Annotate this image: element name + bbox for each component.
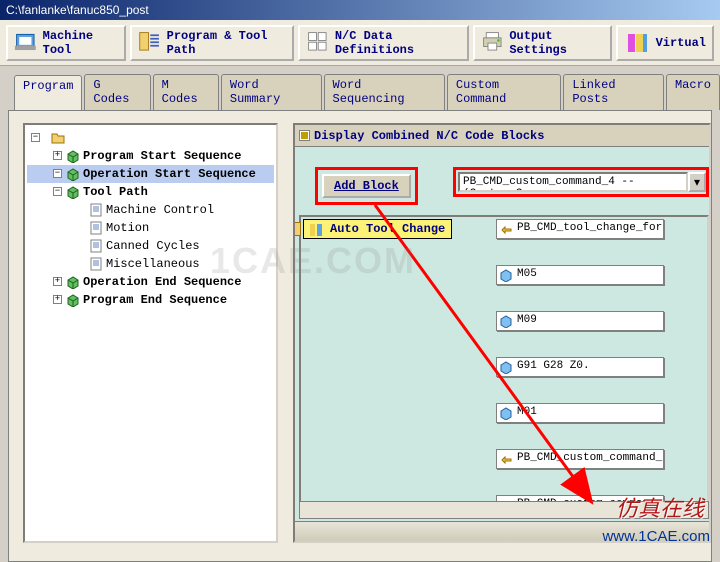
combo-dropdown-icon[interactable]: ▾ — [688, 172, 706, 192]
tree-item-label: Operation End Sequence — [83, 275, 241, 289]
virtual-icon — [624, 30, 650, 56]
collapse-icon[interactable]: − — [53, 169, 62, 178]
tb-virtual[interactable]: Virtual — [616, 25, 714, 61]
sequence-marker[interactable]: Auto Tool Change — [303, 219, 452, 239]
nc-defs-icon — [306, 30, 329, 56]
block-icon — [499, 360, 513, 374]
scrollbar-vertical[interactable] — [695, 231, 703, 503]
tabs-row: Program G Codes M Codes Word Summary Wor… — [0, 74, 720, 110]
tree-item-label: Tool Path — [83, 185, 148, 199]
tree-item-7[interactable]: + Operation End Sequence — [27, 273, 274, 291]
tree-item-label: Motion — [106, 221, 149, 235]
block-icon — [499, 406, 513, 420]
expand-icon[interactable]: + — [53, 151, 62, 160]
display-checkbox[interactable] — [299, 130, 310, 141]
tb-machine-tool[interactable]: Machine Tool — [6, 25, 126, 61]
tb-label: Machine Tool — [43, 29, 118, 57]
cube-icon — [66, 185, 80, 199]
tab-panel: − + Program Start Sequence − Operation Star… — [8, 110, 712, 562]
collapse-icon[interactable]: − — [53, 187, 62, 196]
tree-item-6[interactable]: Miscellaneous — [27, 255, 274, 273]
tree-item-5[interactable]: Canned Cycles — [27, 237, 274, 255]
tree-pane: − + Program Start Sequence − Operation Star… — [23, 123, 278, 543]
document-icon — [89, 221, 103, 235]
document-icon — [89, 257, 103, 271]
tree-item-label: Miscellaneous — [106, 257, 200, 271]
nc-block-5[interactable]: PB_CMD_custom_command_1 — [496, 449, 664, 469]
add-block-highlight: Add Block — [315, 167, 418, 205]
watermark-url: www.1CAE.com — [602, 528, 710, 545]
block-combo[interactable]: PB_CMD_custom_command_4 -- (Custom Com — [458, 172, 688, 192]
tab-macro[interactable]: Macro — [666, 74, 720, 110]
tb-program-toolpath[interactable]: Program & Tool Path — [130, 25, 294, 61]
tb-nc-defs[interactable]: N/C Data Definitions — [298, 25, 469, 61]
tree-item-8[interactable]: + Program End Sequence — [27, 291, 274, 309]
tree-item-0[interactable]: + Program Start Sequence — [27, 147, 274, 165]
nc-block-2[interactable]: M09 — [496, 311, 664, 331]
tree-root[interactable]: − — [27, 129, 274, 147]
machine-tool-icon — [14, 30, 37, 56]
collapse-icon[interactable]: − — [31, 133, 40, 142]
main-toolbar: Machine Tool Program & Tool Path N/C Dat… — [0, 20, 720, 66]
command-icon — [499, 452, 513, 466]
tab-word-sequencing[interactable]: Word Sequencing — [324, 74, 445, 110]
folder-icon — [51, 131, 65, 145]
document-icon — [89, 239, 103, 253]
title-bar: C:\fanlanke\fanuc850_post — [0, 0, 720, 20]
sequence-area: Auto Tool Change PB_CMD_tool_change_for.… — [299, 215, 709, 519]
tb-label: N/C Data Definitions — [335, 29, 461, 57]
command-icon — [499, 222, 513, 236]
expand-icon[interactable]: + — [53, 277, 62, 286]
expand-icon[interactable]: + — [53, 295, 62, 304]
tree-item-label: Operation Start Sequence — [83, 167, 256, 181]
cube-icon — [66, 293, 80, 307]
window-title: C:\fanlanke\fanuc850_post — [6, 3, 149, 17]
program-path-icon — [138, 30, 161, 56]
printer-icon — [481, 30, 504, 56]
tree-item-1[interactable]: − Operation Start Sequence — [27, 165, 274, 183]
tree-item-label: Machine Control — [106, 203, 214, 217]
display-header: Display Combined N/C Code Blocks — [295, 125, 709, 147]
nc-block-3[interactable]: G91 G28 Z0. — [496, 357, 664, 377]
tb-label: Virtual — [656, 36, 706, 50]
block-icon — [499, 268, 513, 282]
block-icon — [499, 314, 513, 328]
tab-word-summary[interactable]: Word Summary — [221, 74, 322, 110]
tb-label: Output Settings — [509, 29, 603, 57]
tree-item-4[interactable]: Motion — [27, 219, 274, 237]
display-header-label: Display Combined N/C Code Blocks — [314, 129, 544, 143]
nc-block-1[interactable]: M05 — [496, 265, 664, 285]
expand-marker-icon[interactable] — [293, 222, 301, 236]
cube-icon — [66, 275, 80, 289]
block-label: M05 — [517, 268, 537, 280]
tool-change-icon — [308, 222, 324, 238]
tab-program[interactable]: Program — [14, 75, 82, 111]
block-label: M01 — [517, 406, 537, 418]
add-block-button[interactable]: Add Block — [322, 174, 411, 198]
block-label: PB_CMD_custom_command_1 — [517, 452, 664, 464]
nc-block-4[interactable]: M01 — [496, 403, 664, 423]
tree-item-label: Program End Sequence — [83, 293, 227, 307]
block-label: M09 — [517, 314, 537, 326]
watermark-cn: 仿真在线 — [616, 491, 704, 523]
tree-item-3[interactable]: Machine Control — [27, 201, 274, 219]
tb-label: Program & Tool Path — [167, 29, 286, 57]
tab-linked-posts[interactable]: Linked Posts — [563, 74, 664, 110]
tree-item-2[interactable]: − Tool Path — [27, 183, 274, 201]
block-combo-highlight: PB_CMD_custom_command_4 -- (Custom Com ▾ — [453, 167, 709, 197]
cube-icon — [66, 149, 80, 163]
tab-custom-command[interactable]: Custom Command — [447, 74, 561, 110]
block-label: PB_CMD_tool_change_for... — [517, 222, 664, 234]
right-pane: Display Combined N/C Code Blocks Add Blo… — [293, 123, 711, 543]
tab-gcodes[interactable]: G Codes — [84, 74, 150, 110]
tree-item-label: Program Start Sequence — [83, 149, 241, 163]
tb-output-settings[interactable]: Output Settings — [473, 25, 612, 61]
tree-item-label: Canned Cycles — [106, 239, 200, 253]
cube-icon — [66, 167, 80, 181]
block-label: G91 G28 Z0. — [517, 360, 590, 372]
nc-block-0[interactable]: PB_CMD_tool_change_for... — [496, 219, 664, 239]
tab-mcodes[interactable]: M Codes — [153, 74, 219, 110]
document-icon — [89, 203, 103, 217]
